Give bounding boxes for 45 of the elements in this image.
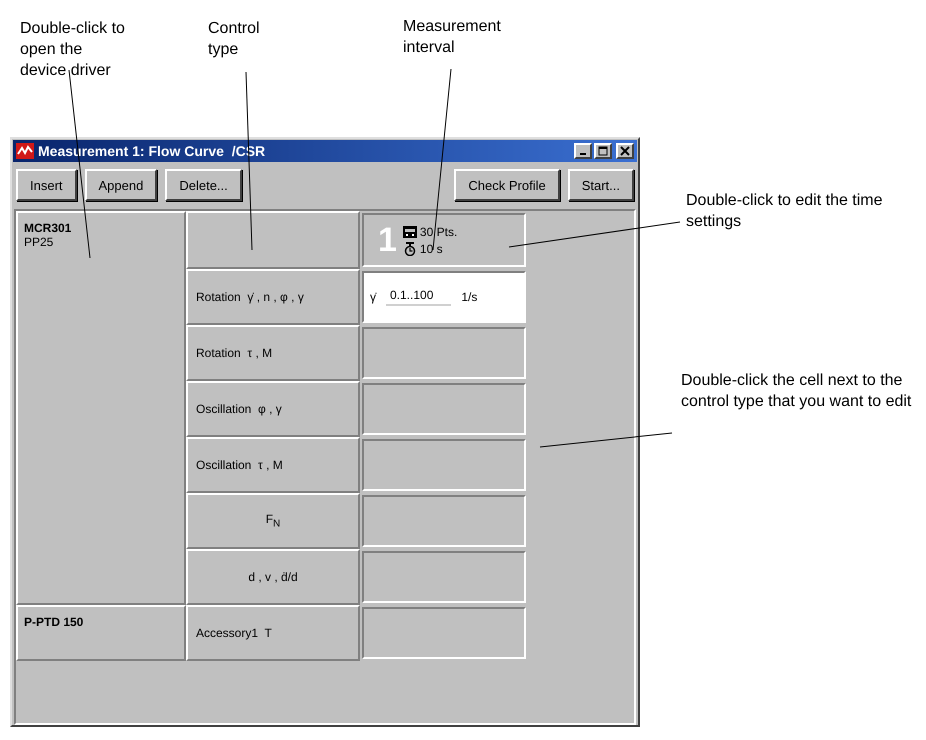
close-icon [620,146,630,156]
callout-text: Double-click to open the device driver [20,19,125,81]
control-value-cell[interactable] [362,607,526,659]
unit-label: 1/s [461,290,478,304]
device-cell[interactable]: P-PTD 150 [16,605,186,661]
device-detail: PP25 [24,235,54,249]
minimize-button[interactable] [574,143,592,159]
device-name: MCR301 [24,221,72,235]
control-type-cell: Rotation τ , M [186,325,360,381]
callout-text: Control type [208,19,261,60]
control-type-cell: Oscillation φ , γ [186,381,360,437]
maximize-icon [598,146,608,156]
toolbar-button[interactable]: Delete... [165,169,242,201]
close-button[interactable] [616,143,634,159]
control-value-cell[interactable] [362,551,526,603]
interval-cell[interactable]: 1 30 Pts. 10 s [362,213,526,267]
control-type-cell: d , v , ḋ/d [186,549,360,605]
interval-number: 1 [378,220,397,260]
control-value-cell[interactable] [362,439,526,491]
control-value-cell[interactable] [362,383,526,435]
minimize-icon [580,153,586,155]
wave-icon [16,143,34,159]
device-name: P-PTD 150 [24,615,84,629]
control-type-cell: Rotation γ̇ , n , φ , γ [186,269,360,325]
control-type-cell: Oscillation τ , M [186,437,360,493]
control-symbol: γ̇ [370,290,376,304]
toolbar-button[interactable]: Insert [16,169,77,201]
stopwatch-icon [402,242,417,256]
toolbar-button[interactable]: Start... [568,169,634,201]
callout-text: Measurement interval [403,17,502,58]
maximize-button[interactable] [594,143,612,159]
control-type-cell: F$_{N}$ [186,493,360,549]
points-count: 30 Pts. [420,224,458,238]
toolbar-button[interactable]: Append [84,169,158,201]
points-icon [402,226,417,238]
control-value-cell[interactable]: γ̇ 0.1..100 1/s [362,271,526,323]
toolbar-button[interactable]: Check Profile [454,169,560,201]
control-type-cell: Accessory1 T [186,605,360,661]
interval-time: 10 s [420,242,443,256]
callout-text: Double-click to edit the time settings [686,191,884,232]
callout-text: Double-click the cell next to the control type that you want to edit [681,371,912,412]
control-value-cell[interactable] [362,495,526,547]
control-value-cell[interactable] [362,327,526,379]
device-cell[interactable]: MCR301 PP25 [16,211,186,605]
range-value: 0.1..100 [386,288,452,306]
